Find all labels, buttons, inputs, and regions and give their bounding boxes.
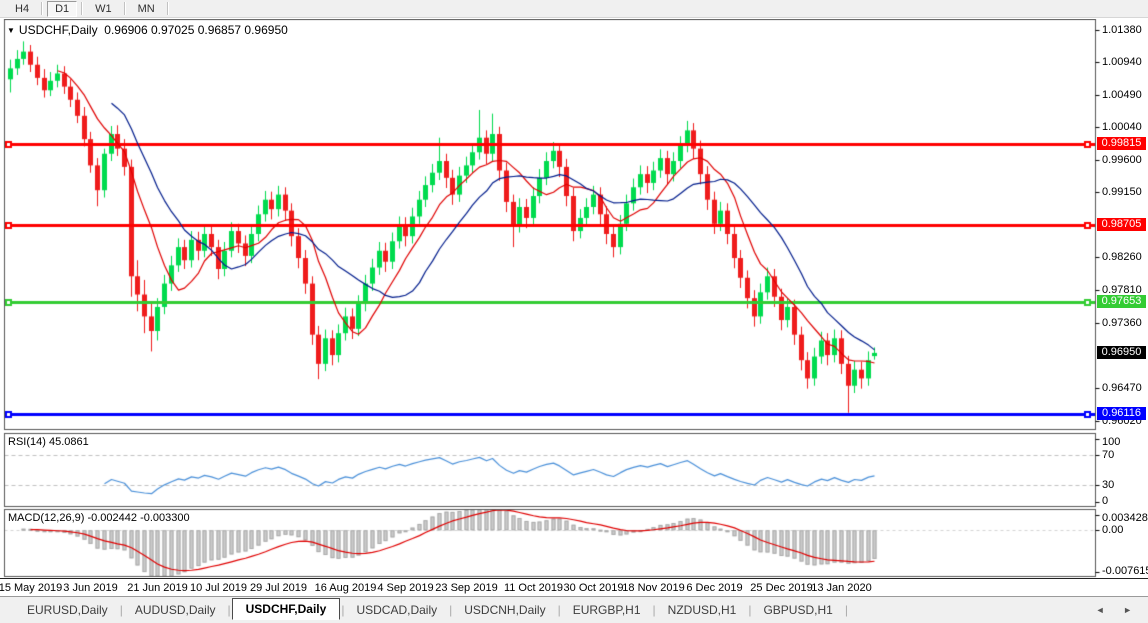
tab-separator: | [844,603,849,617]
date-axis-label: 30 Oct 2019 [564,582,624,594]
timeframe-button-d1[interactable]: D1 [47,1,77,17]
toolbar-separator [81,2,83,15]
timeframe-toolbar: H4 D1 W1 MN [0,0,1148,18]
date-axis-label: 11 Oct 2019 [504,582,563,594]
chart-tab-usdchf-daily[interactable]: USDCHF,Daily [232,598,341,620]
toolbar-separator [41,2,43,15]
chart-tab-gbpusd-h1[interactable]: GBPUSD,H1 [752,600,843,620]
mt4-window: H4D1W1MN ▼USDCHF,Daily 0.96906 0.97025 0… [0,0,1148,623]
toolbar-separator [167,2,169,15]
date-axis-label: 4 Sep 2019 [377,582,433,594]
tab-scroll-arrows[interactable]: ◄ ► [1096,605,1140,615]
date-axis-label: 3 Jun 2019 [63,582,117,594]
date-axis-label: 16 Aug 2019 [315,582,377,594]
chart-tab-eurgbp-h1[interactable]: EURGBP,H1 [562,600,652,620]
date-axis-label: 29 Jul 2019 [250,582,307,594]
chart-tab-audusd-daily[interactable]: AUDUSD,Daily [124,600,227,620]
chart-canvas[interactable] [0,19,1148,597]
timeframe-button-mn[interactable]: MN [130,1,163,17]
timeframe-button-w1[interactable]: W1 [87,1,120,17]
date-axis-label: 15 May 2019 [0,582,62,594]
date-axis-label: 21 Jun 2019 [127,582,188,594]
date-axis-label: 23 Sep 2019 [435,582,497,594]
date-axis-label: 10 Jul 2019 [190,582,247,594]
toolbar-separator [124,2,126,15]
date-axis: 15 May 20193 Jun 2019 21 Jun 201910 Jul 2… [0,578,1148,597]
date-axis-label: 6 Dec 2019 [686,582,742,594]
chart-tab-usdcad-daily[interactable]: USDCAD,Daily [345,600,448,620]
chart-tab-bar: EURUSD,Daily|AUDUSD,Daily|USDCHF,Daily|U… [0,596,1148,623]
chart-tab-nzdusd-h1[interactable]: NZDUSD,H1 [657,600,748,620]
date-axis-label: 13 Jan 2020 [811,582,872,594]
chart-tab-eurusd-daily[interactable]: EURUSD,Daily [16,600,119,620]
date-axis-label: 18 Nov 2019 [622,582,684,594]
chart-tab-usdcnh-daily[interactable]: USDCNH,Daily [453,600,556,620]
timeframe-button-h4[interactable]: H4 [7,1,37,17]
date-axis-label: 25 Dec 2019 [750,582,812,594]
